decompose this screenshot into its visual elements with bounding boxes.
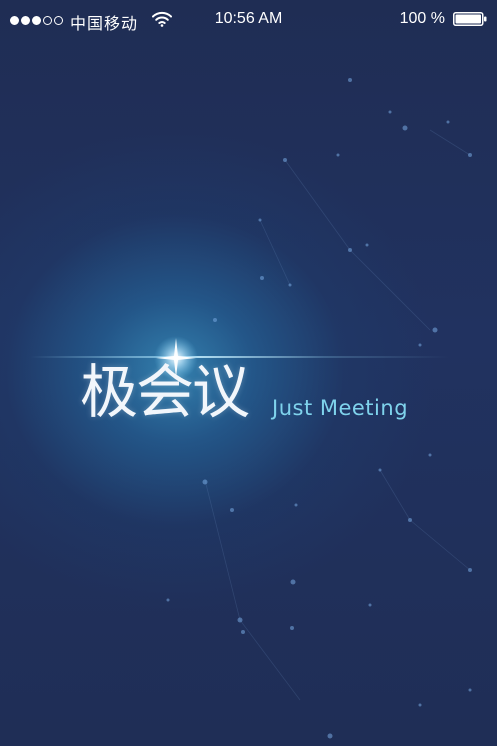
splash-screen: 中国移动 10:56 AM 100 % 极会议 Just Meeting bbox=[0, 0, 497, 746]
battery-percentage: 100 % bbox=[399, 10, 445, 27]
battery-icon bbox=[453, 12, 487, 26]
battery-fill bbox=[455, 14, 481, 24]
logo-english-text: Just Meeting bbox=[272, 396, 409, 420]
network-background-decoration bbox=[166, 78, 472, 739]
logo-chinese-text: 极会议 bbox=[80, 358, 250, 426]
status-bar: 中国移动 10:56 AM 100 % bbox=[0, 0, 497, 40]
